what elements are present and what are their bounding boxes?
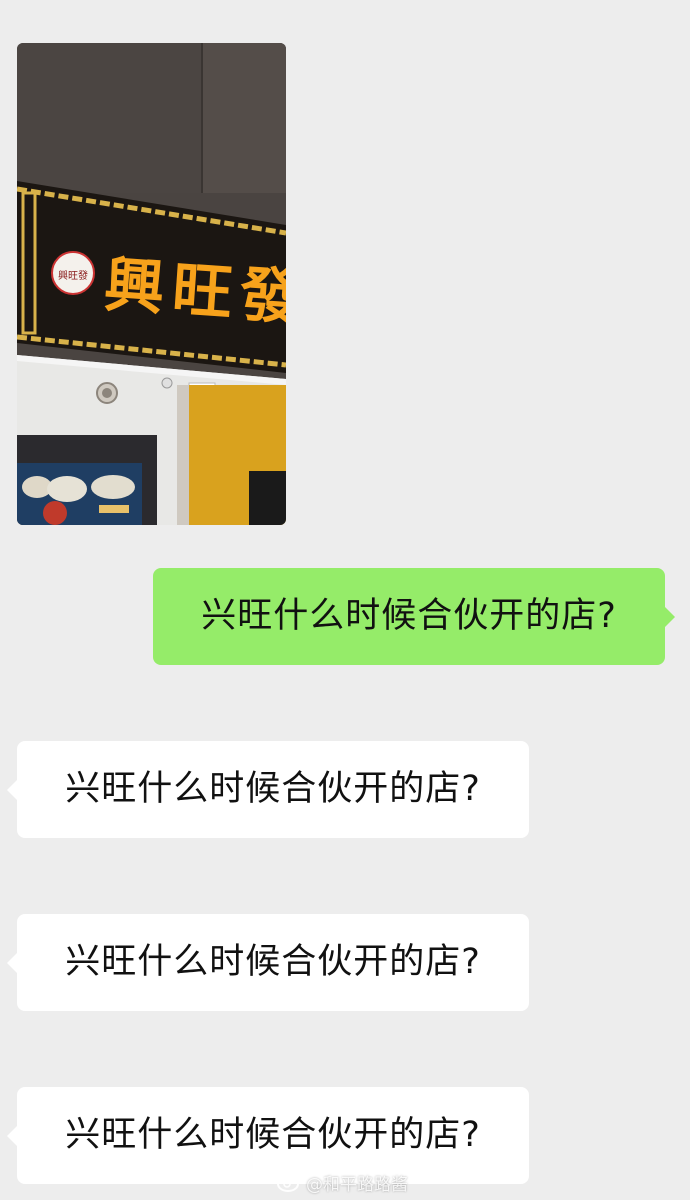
incoming-message-text: 兴旺什么时候合伙开的店? [65,942,481,982]
outgoing-message-text: 兴旺什么时候合伙开的店? [201,596,617,636]
outgoing-message-bubble[interactable]: 兴旺什么时候合伙开的店? [153,568,675,665]
watermark-text: @和平路路酱 [306,1174,408,1195]
watermark: @和平路路酱 [276,1170,408,1195]
bubble-tail [7,1125,17,1146]
incoming-message-bubble[interactable]: 兴旺什么时候合伙开的店? [7,1087,529,1184]
restaurant-sign-photo: 興旺發 興旺發 [17,43,286,525]
incoming-message-bubble[interactable]: 兴旺什么时候合伙开的店? [7,741,529,838]
chat-image-message[interactable]: 興旺發 興旺發 [17,43,286,525]
bubble-tail [7,779,17,800]
bubble-tail [7,952,17,973]
incoming-message-text: 兴旺什么时候合伙开的店? [65,769,481,809]
incoming-message-bubble[interactable]: 兴旺什么时候合伙开的店? [7,914,529,1011]
weibo-icon [277,1174,301,1192]
bubble-tail [665,606,675,627]
incoming-message-text: 兴旺什么时候合伙开的店? [65,1115,481,1155]
sign-logo-text: 興旺發 [58,269,88,282]
sign-text: 興旺發 [102,250,286,334]
